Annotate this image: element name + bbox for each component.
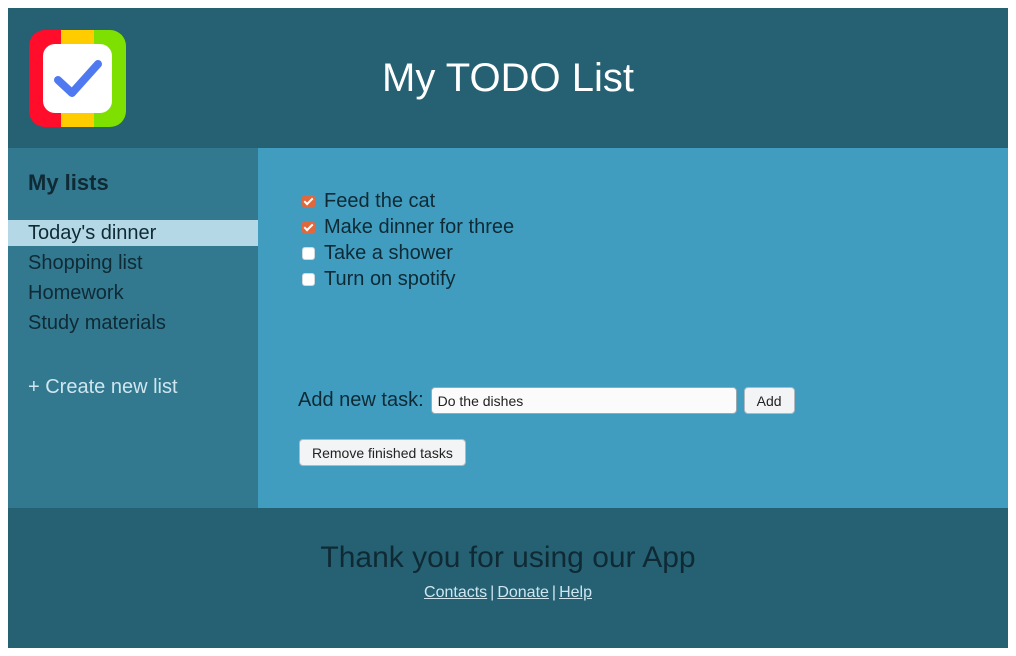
add-task-button[interactable]: Add	[743, 387, 795, 414]
sidebar-item-study-materials[interactable]: Study materials	[8, 310, 258, 340]
donate-link[interactable]: Donate	[497, 584, 549, 601]
sidebar-item-todays-dinner[interactable]: Today's dinner	[8, 220, 258, 246]
task-item: Make dinner for three	[302, 214, 514, 240]
new-task-input[interactable]	[430, 387, 737, 414]
link-separator: |	[490, 584, 495, 601]
task-label: Turn on spotify	[324, 268, 456, 290]
sidebar-item-shopping-list[interactable]: Shopping list	[8, 250, 258, 280]
task-label: Take a shower	[324, 242, 453, 264]
create-new-list-link[interactable]: + Create new list	[28, 376, 178, 399]
task-item: Take a shower	[302, 240, 514, 266]
task-list: Feed the cat Make dinner for three Take …	[302, 188, 514, 292]
footer-links: Contacts | Donate | Help	[8, 584, 1008, 602]
task-label: Make dinner for three	[324, 216, 515, 238]
remove-finished-tasks-button[interactable]: Remove finished tasks	[299, 439, 466, 466]
page-title: My TODO List	[382, 56, 634, 100]
task-item: Turn on spotify	[302, 266, 514, 292]
lists-menu: Today's dinner Shopping list Homework St…	[8, 220, 258, 340]
sidebar-item-homework[interactable]: Homework	[8, 280, 258, 310]
add-task-row: Add new task: Add	[298, 387, 795, 414]
header: My TODO List	[8, 8, 1008, 148]
footer-thanks: Thank you for using our App	[320, 541, 696, 574]
task-checkbox-unchecked[interactable]	[302, 272, 315, 286]
sidebar-heading: My lists	[28, 170, 109, 195]
link-separator: |	[551, 584, 557, 601]
help-link[interactable]: Help	[559, 584, 592, 601]
task-label: Feed the cat	[324, 190, 436, 212]
task-checkbox-checked[interactable]	[302, 194, 315, 208]
task-checkbox-unchecked[interactable]	[302, 246, 315, 260]
contacts-link[interactable]: Contacts	[424, 584, 487, 601]
task-item: Feed the cat	[302, 188, 514, 214]
sidebar: My lists Today's dinner Shopping list Ho…	[8, 148, 258, 508]
todo-app: My TODO List My lists Today's dinner Sho…	[8, 8, 1008, 648]
main-panel: Feed the cat Make dinner for three Take …	[258, 148, 1008, 508]
add-task-label: Add new task:	[298, 389, 424, 411]
footer: Thank you for using our App Contacts | Don…	[8, 508, 1008, 648]
task-checkbox-checked[interactable]	[302, 220, 315, 234]
